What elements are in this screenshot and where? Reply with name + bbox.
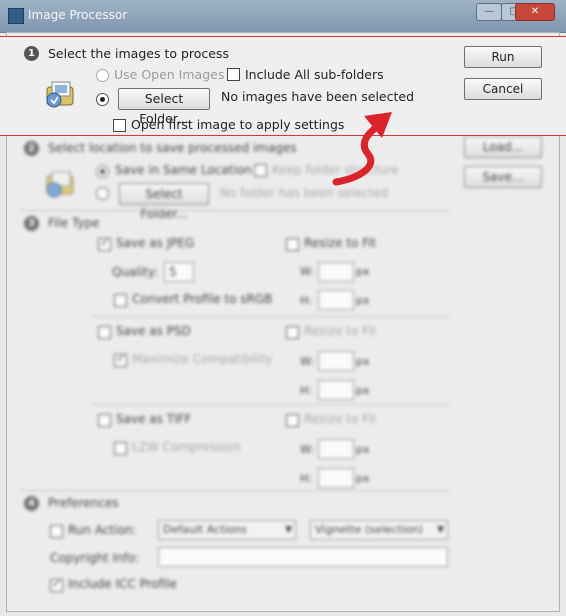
jpeg-w-px: px: [356, 265, 370, 278]
use-open-images-radio[interactable]: [96, 69, 109, 82]
step-1-status: No images have been selected: [221, 89, 415, 104]
quality-input[interactable]: 5: [164, 262, 194, 282]
action-set-select[interactable]: Default Actions ▼: [158, 520, 296, 540]
jpeg-h-px: px: [356, 294, 370, 307]
save-jpeg-label: Save as JPEG: [116, 236, 195, 250]
include-icc-checkbox[interactable]: [50, 577, 63, 592]
run-button[interactable]: Run: [464, 46, 542, 68]
include-icc-label: Include ICC Profile: [68, 577, 177, 591]
select-folder-button[interactable]: Select Folder...: [118, 88, 210, 126]
cancel-button[interactable]: Cancel: [464, 78, 542, 100]
tiff-resize-label: Resize to Fit: [304, 412, 377, 426]
tiff-resize-checkbox[interactable]: [286, 414, 299, 427]
save-tiff-checkbox[interactable]: [98, 414, 111, 427]
step-2-title: Select location to save processed images: [48, 141, 297, 155]
psd-h-label: H:: [300, 384, 312, 397]
folder-icon: [46, 81, 74, 108]
psd-w-label: W:: [300, 355, 314, 368]
step-1-title: Select the images to process: [48, 46, 229, 61]
action-value: Vignette (selection): [315, 523, 423, 536]
run-action-label: Run Action:: [68, 523, 137, 537]
step-3-number-icon: 3: [24, 216, 39, 231]
use-open-images-label: Use Open Images: [114, 67, 225, 82]
step-4-number-icon: 4: [24, 496, 39, 511]
chevron-down-icon: ▼: [437, 525, 444, 535]
red-arrow-annotation: [332, 112, 392, 186]
save-same-location-radio[interactable]: [96, 165, 109, 178]
psd-w-px: px: [356, 355, 370, 368]
jpeg-width-input[interactable]: [318, 262, 354, 282]
action-select[interactable]: Vignette (selection) ▼: [310, 520, 448, 540]
psd-width-input[interactable]: [318, 351, 354, 371]
tiff-h-px: px: [356, 472, 370, 485]
psd-resize-checkbox[interactable]: [286, 326, 299, 339]
tiff-divider: [92, 404, 450, 405]
include-subfolders-checkbox[interactable]: [227, 68, 240, 81]
step-3-divider: [20, 210, 450, 211]
save-psd-checkbox[interactable]: [98, 326, 111, 339]
action-set-value: Default Actions: [163, 523, 247, 536]
save-jpeg-checkbox[interactable]: [98, 236, 111, 251]
tiff-h-label: H:: [300, 472, 312, 485]
jpeg-resize-checkbox[interactable]: [286, 238, 299, 251]
jpeg-h-label: H:: [300, 294, 312, 307]
convert-srgb-label: Convert Profile to sRGB: [132, 292, 273, 306]
keep-structure-checkbox[interactable]: [254, 164, 267, 177]
open-first-image-checkbox[interactable]: [113, 119, 126, 132]
folder-icon: [46, 171, 74, 198]
save-same-location-label: Save in Same Location: [115, 163, 252, 177]
open-first-image-label: Open first image to apply settings: [131, 117, 345, 132]
select-folder-button-2[interactable]: Select Folder...: [119, 183, 209, 221]
step-1-highlight-panel: 1 Select the images to process Use Open …: [0, 36, 566, 136]
step-3-title: File Type: [48, 216, 100, 230]
image-processor-window: Image Processor — ▢ ✕ 2 Select location …: [0, 0, 566, 616]
save-tiff-label: Save as TIFF: [116, 412, 192, 426]
quality-value: 5: [169, 265, 177, 279]
tiff-width-input[interactable]: [318, 439, 354, 459]
select-folder-radio[interactable]: [96, 93, 109, 106]
copyright-label: Copyright Info:: [50, 551, 140, 565]
quality-label: Quality:: [112, 265, 159, 279]
step-4-title: Preferences: [48, 496, 119, 510]
tiff-w-label: W:: [300, 443, 314, 456]
convert-srgb-checkbox[interactable]: [114, 294, 127, 307]
load-button[interactable]: Load...: [464, 136, 542, 158]
lzw-checkbox[interactable]: [114, 442, 127, 455]
chevron-down-icon: ▼: [285, 525, 292, 535]
tiff-height-input[interactable]: [318, 468, 354, 488]
save-psd-label: Save as PSD: [116, 324, 191, 338]
step-2-status: No folder has been selected: [220, 186, 389, 200]
save-button[interactable]: Save...: [464, 166, 542, 188]
maximize-compat-checkbox[interactable]: [114, 352, 127, 367]
jpeg-resize-label: Resize to Fit: [304, 236, 377, 250]
psd-h-px: px: [356, 384, 370, 397]
step-1-number-icon: 1: [24, 46, 39, 61]
psd-divider: [92, 316, 450, 317]
jpeg-height-input[interactable]: [318, 290, 354, 310]
copyright-input[interactable]: [158, 547, 448, 567]
select-folder-radio-2[interactable]: [96, 187, 109, 200]
step-2-number-icon: 2: [24, 141, 39, 156]
include-subfolders-label: Include All sub-folders: [245, 67, 384, 82]
psd-height-input[interactable]: [318, 380, 354, 400]
jpeg-w-label: W:: [300, 265, 314, 278]
psd-resize-label: Resize to Fit: [304, 324, 377, 338]
lzw-label: LZW Compression: [132, 440, 241, 454]
tiff-w-px: px: [356, 443, 370, 456]
step-4-divider: [20, 490, 450, 491]
run-action-checkbox[interactable]: [50, 525, 63, 538]
maximize-compat-label: Maximize Compatibility: [132, 352, 273, 366]
